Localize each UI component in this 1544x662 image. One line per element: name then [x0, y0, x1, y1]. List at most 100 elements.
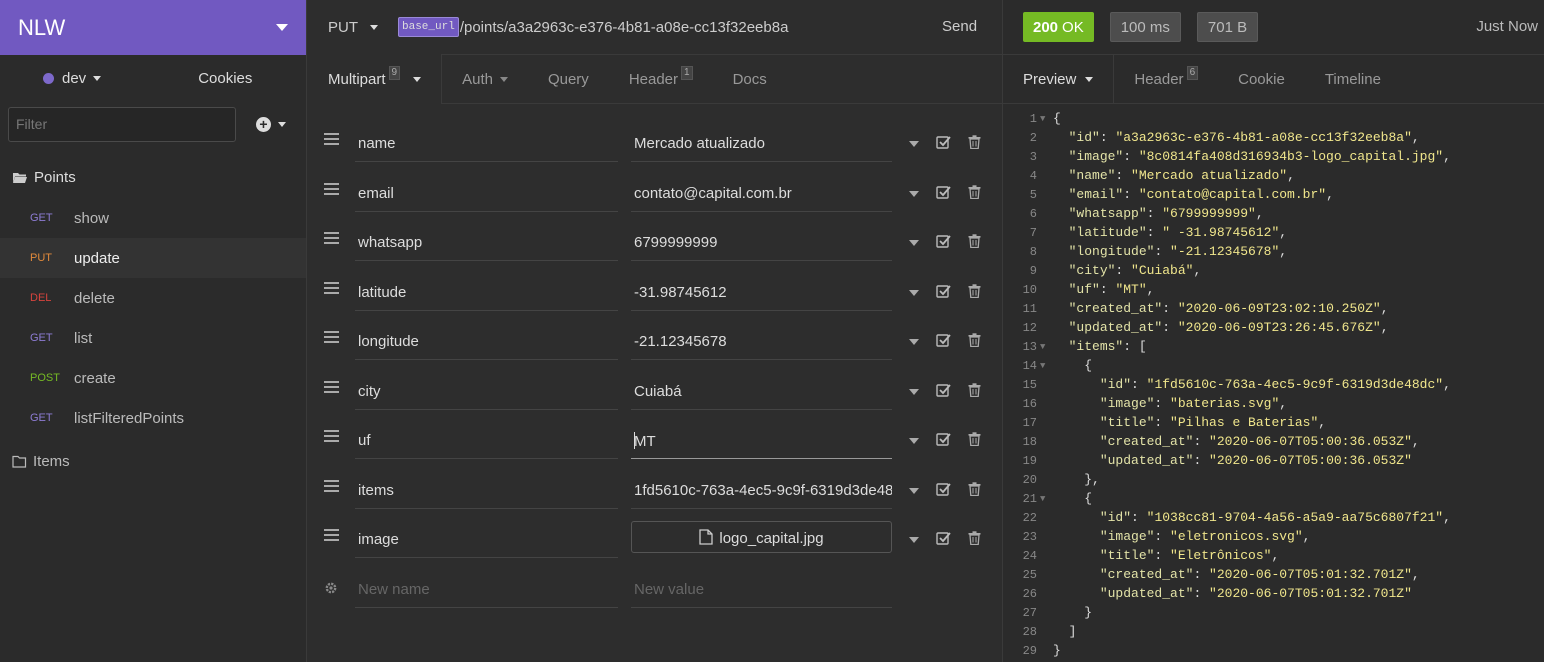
add-request-button[interactable]: + — [256, 116, 286, 132]
checkbox-checked-icon[interactable] — [936, 284, 951, 303]
tab-timeline[interactable]: Timeline — [1305, 55, 1401, 104]
checkbox-checked-icon[interactable] — [936, 432, 951, 451]
param-name-input[interactable]: uf — [355, 416, 618, 459]
fold-toggle-icon[interactable]: ▼ — [1037, 494, 1053, 504]
sidebar-request-delete[interactable]: DEL delete — [0, 278, 306, 318]
chevron-down-icon[interactable] — [909, 190, 919, 197]
param-value-input[interactable]: -31.98745612 — [631, 268, 892, 311]
chevron-down-icon[interactable] — [909, 339, 919, 345]
fold-toggle-icon[interactable]: ▼ — [1037, 114, 1053, 124]
param-value-input[interactable]: 1fd5610c-763a-4ec5-9c9f-6319d3de48dc — [631, 466, 892, 509]
drag-handle-icon[interactable] — [324, 430, 339, 445]
checkbox-checked-icon[interactable] — [936, 482, 951, 501]
checkbox-checked-icon[interactable] — [936, 383, 951, 402]
param-name-input[interactable]: longitude — [355, 317, 618, 360]
param-name-input[interactable]: items — [355, 466, 618, 509]
tab-header[interactable]: Header 1 — [609, 55, 713, 104]
param-name-input[interactable]: city — [355, 367, 618, 410]
chevron-down-icon[interactable] — [909, 487, 919, 494]
new-name-input[interactable]: New name — [355, 565, 618, 608]
folder-points[interactable]: Points — [0, 156, 306, 198]
file-picker-button[interactable]: logo_capital.jpg — [631, 521, 892, 553]
new-value-input[interactable]: New value — [631, 565, 892, 608]
drag-handle-icon[interactable] — [324, 331, 339, 346]
chevron-down-icon[interactable] — [909, 388, 919, 395]
param-value-input[interactable]: Cuiabá — [631, 367, 892, 410]
tab-cookie[interactable]: Cookie — [1218, 55, 1305, 104]
param-value-input[interactable]: contato@capital.com.br — [631, 169, 892, 212]
drag-handle-icon[interactable] — [324, 232, 339, 247]
drag-handle-icon[interactable] — [324, 133, 339, 148]
param-value-input[interactable]: MT — [631, 416, 892, 459]
drag-handle-icon[interactable] — [324, 529, 339, 544]
trash-icon[interactable] — [968, 135, 981, 154]
drag-handle-icon[interactable] — [324, 281, 339, 297]
param-value-input[interactable]: -21.12345678 — [631, 317, 892, 360]
sidebar-request-listFilteredPoints[interactable]: GET listFilteredPoints — [0, 398, 306, 438]
param-value-input[interactable]: Mercado atualizado — [631, 119, 892, 162]
code-line: 7 "latitude": " -31.98745612", — [1003, 223, 1544, 242]
checkbox-checked-icon[interactable] — [936, 333, 951, 352]
environment-color-dot — [43, 73, 54, 84]
param-name-input[interactable]: email — [355, 169, 618, 212]
filter-input[interactable] — [8, 106, 236, 142]
tab-auth[interactable]: Auth — [442, 55, 528, 104]
code-line: 22 "id": "1038cc81-9704-4a56-a5a9-aa75c6… — [1003, 508, 1544, 527]
send-button[interactable]: Send — [942, 18, 977, 35]
param-name-input[interactable]: latitude — [355, 268, 618, 311]
chevron-down-icon[interactable] — [909, 141, 919, 147]
trash-icon[interactable] — [968, 481, 981, 501]
chevron-down-icon[interactable] — [909, 537, 919, 543]
code-text: "latitude": " -31.98745612", — [1068, 225, 1288, 240]
trash-icon[interactable] — [968, 382, 981, 402]
param-value-input[interactable]: 6799999999 — [631, 218, 892, 261]
param-name-input[interactable]: image — [355, 515, 618, 558]
workspace-header[interactable]: NLW — [0, 0, 306, 55]
trash-icon[interactable] — [968, 184, 981, 204]
sidebar-request-list[interactable]: GET list — [0, 318, 306, 358]
drag-handle-icon[interactable] — [324, 479, 339, 495]
param-name-input[interactable]: name — [355, 119, 618, 162]
trash-icon[interactable] — [968, 234, 981, 253]
chevron-down-icon[interactable] — [909, 438, 919, 444]
sidebar-request-update[interactable]: PUT update — [0, 238, 306, 278]
method-dropdown[interactable]: PUT — [328, 19, 378, 36]
line-number: 8 — [1029, 244, 1037, 259]
tab-query[interactable]: Query — [528, 55, 609, 104]
chevron-down-icon[interactable] — [909, 289, 919, 296]
response-timestamp[interactable]: Just Now — [1476, 18, 1538, 35]
checkbox-checked-icon[interactable] — [936, 185, 951, 204]
cookies-button[interactable]: Cookies — [198, 70, 252, 87]
chevron-down-icon[interactable] — [276, 24, 288, 31]
folder-items[interactable]: Items — [0, 438, 306, 484]
drag-handle-icon[interactable] — [324, 182, 339, 198]
trash-icon[interactable] — [968, 333, 981, 352]
response-body-viewer[interactable]: 1 ▼{2 "id": "a3a2963c-e376-4b81-a08e-cc13… — [1003, 109, 1544, 660]
base-url-variable-tag[interactable]: base_url — [398, 17, 459, 37]
tab-label: Header — [1134, 70, 1184, 88]
checkbox-checked-icon[interactable] — [936, 234, 951, 253]
trash-icon[interactable] — [968, 531, 981, 550]
trash-icon[interactable] — [968, 283, 981, 303]
line-number: 5 — [1029, 187, 1037, 202]
fold-toggle-icon[interactable]: ▼ — [1037, 342, 1053, 352]
environment-selector[interactable]: dev — [43, 70, 102, 87]
chevron-down-icon[interactable] — [909, 240, 919, 246]
sidebar-request-create[interactable]: POST create — [0, 358, 306, 398]
code-line: 19 "updated_at": "2020-06-07T05:00:36.05… — [1003, 451, 1544, 470]
tab-multipart[interactable]: Multipart 9 — [308, 54, 443, 104]
checkbox-checked-icon[interactable] — [936, 135, 951, 154]
tab-response-header[interactable]: Header 6 — [1114, 55, 1218, 104]
fold-toggle-icon[interactable]: ▼ — [1037, 361, 1053, 371]
param-name-input[interactable]: whatsapp — [355, 218, 618, 261]
gear-icon[interactable] — [324, 581, 338, 600]
checkbox-checked-icon[interactable] — [936, 531, 951, 550]
tab-preview[interactable]: Preview — [1003, 54, 1115, 104]
code-line: 15 "id": "1fd5610c-763a-4ec5-9c9f-6319d3… — [1003, 375, 1544, 394]
sidebar-request-show[interactable]: GET show — [0, 198, 306, 238]
drag-handle-icon[interactable] — [324, 380, 339, 396]
trash-icon[interactable] — [968, 432, 981, 451]
line-number: 6 — [1029, 206, 1037, 221]
url-input[interactable]: /points/a3a2963c-e376-4b81-a08e-cc13f32e… — [460, 19, 789, 36]
tab-docs[interactable]: Docs — [713, 55, 787, 104]
